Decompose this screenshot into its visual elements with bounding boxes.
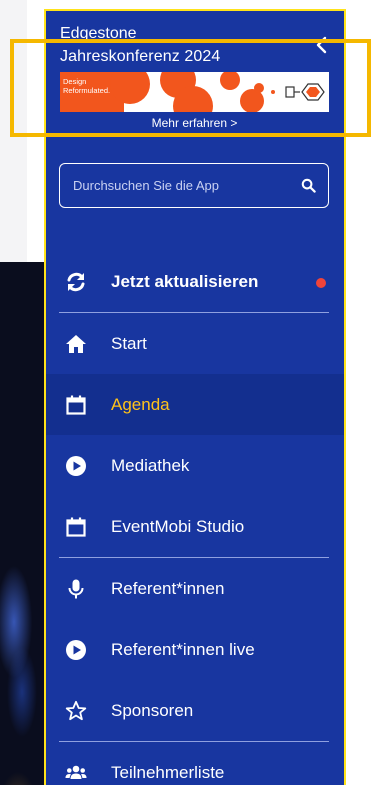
product-icon xyxy=(285,83,325,101)
microphone-icon xyxy=(68,579,84,599)
search-input[interactable] xyxy=(60,164,296,206)
menu-item-attendees[interactable]: Teilnehmerliste xyxy=(46,742,344,785)
play-circle-icon xyxy=(66,456,86,476)
star-outline-icon xyxy=(65,700,87,721)
conference-banner[interactable]: Design Reformulated. xyxy=(60,72,329,112)
menu-item-label: Sponsoren xyxy=(111,700,194,720)
menu-item-label: EventMobi Studio xyxy=(111,516,245,536)
home-icon xyxy=(66,335,86,353)
menu-item-speakers-live[interactable]: Referent*innen live xyxy=(46,619,344,680)
learn-more-link[interactable]: Mehr erfahren > xyxy=(60,116,329,130)
banner-circle xyxy=(220,72,240,90)
refresh-icon xyxy=(67,272,85,292)
banner-circle xyxy=(271,90,275,94)
navigation-drawer: Edgestone Jahreskonferenz 2024 Design Re… xyxy=(44,9,346,785)
org-name: Edgestone xyxy=(60,25,137,42)
menu-item-label: Referent*innen xyxy=(111,578,225,598)
menu-item-mediathek[interactable]: Mediathek xyxy=(46,435,344,496)
play-circle-icon xyxy=(66,640,86,660)
menu-item-start[interactable]: Start xyxy=(46,313,344,374)
banner-circle xyxy=(173,86,213,112)
calendar-icon xyxy=(66,517,86,537)
menu-item-label: Jetzt aktualisieren xyxy=(111,271,259,291)
menu-item-label: Start xyxy=(111,333,147,353)
banner-circle xyxy=(110,72,150,104)
banner-circle xyxy=(254,83,264,93)
calendar-icon xyxy=(66,395,86,415)
menu-item-eventmobi-studio[interactable]: EventMobi Studio xyxy=(46,496,344,557)
menu-item-label: Mediathek xyxy=(111,455,190,475)
search-box xyxy=(59,163,329,208)
menu-item-label: Agenda xyxy=(111,394,170,414)
notification-dot xyxy=(316,278,326,288)
search-icon[interactable] xyxy=(301,178,316,193)
background-right-panel xyxy=(345,262,371,785)
chevron-left-icon[interactable] xyxy=(314,36,330,54)
users-icon xyxy=(65,765,87,779)
menu-item-refresh[interactable]: Jetzt aktualisieren xyxy=(46,251,344,312)
menu-item-speakers[interactable]: Referent*innen xyxy=(46,558,344,619)
menu-item-label: Teilnehmerliste xyxy=(111,762,225,782)
menu-list: Jetzt aktualisieren Start Agenda Mediath… xyxy=(46,251,344,785)
menu-item-agenda[interactable]: Agenda xyxy=(46,374,344,435)
menu-item-label: Referent*innen live xyxy=(111,639,255,659)
menu-item-sponsors[interactable]: Sponsoren xyxy=(46,680,344,741)
conference-title: Jahreskonferenz 2024 xyxy=(60,48,221,65)
background-card xyxy=(0,0,27,262)
